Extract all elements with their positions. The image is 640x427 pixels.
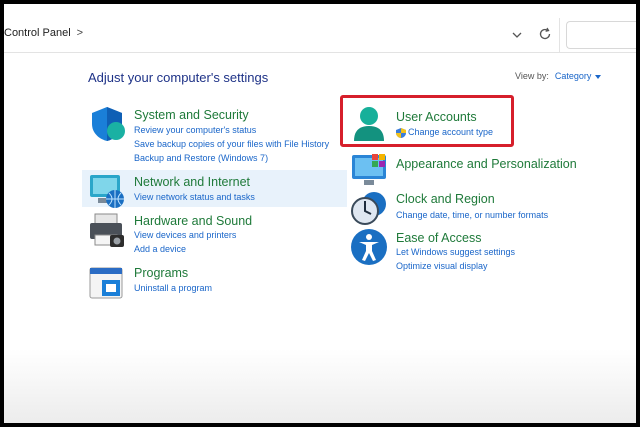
user-accounts-highlight-box bbox=[340, 95, 514, 147]
view-by-label: View by: bbox=[515, 71, 549, 81]
chevron-down-icon[interactable] bbox=[509, 27, 525, 43]
refresh-icon[interactable] bbox=[537, 26, 553, 42]
category-link[interactable]: Backup and Restore (Windows 7) bbox=[134, 153, 268, 163]
dropdown-arrow-icon[interactable] bbox=[595, 74, 602, 79]
search-input[interactable] bbox=[566, 21, 636, 49]
window-frame: Control Panel > Adjust your computer's se… bbox=[0, 0, 640, 427]
category-link[interactable]: View devices and printers bbox=[134, 230, 236, 240]
category-title[interactable]: Appearance and Personalization bbox=[396, 157, 577, 171]
breadcrumb-separator[interactable]: > bbox=[77, 27, 83, 39]
view-by-selector[interactable]: View by: Category bbox=[515, 71, 602, 81]
category-link[interactable]: Review your computer's status bbox=[134, 125, 256, 135]
category-title[interactable]: Clock and Region bbox=[396, 192, 495, 206]
category-title[interactable]: Network and Internet bbox=[134, 175, 250, 189]
breadcrumb-control-panel[interactable]: Control Panel bbox=[4, 27, 71, 39]
printer-icon[interactable] bbox=[88, 211, 126, 249]
bottom-gradient bbox=[4, 349, 636, 423]
network-globe-icon[interactable] bbox=[88, 172, 126, 210]
category-link[interactable]: Uninstall a program bbox=[134, 283, 212, 293]
category-link[interactable]: Save backup copies of your files with Fi… bbox=[134, 139, 329, 149]
category-link[interactable]: Add a device bbox=[134, 244, 186, 254]
accessibility-icon[interactable] bbox=[350, 228, 388, 266]
category-link[interactable]: Let Windows suggest settings bbox=[396, 247, 515, 257]
category-link[interactable]: Change date, time, or number formats bbox=[396, 210, 548, 220]
breadcrumb[interactable]: Control Panel > bbox=[4, 27, 83, 39]
address-bar: Control Panel > bbox=[4, 18, 636, 53]
category-title[interactable]: Ease of Access bbox=[396, 231, 481, 245]
programs-icon[interactable] bbox=[88, 264, 126, 302]
category-title[interactable]: Programs bbox=[134, 266, 188, 280]
category-title[interactable]: System and Security bbox=[134, 108, 249, 122]
clock-globe-icon[interactable] bbox=[350, 188, 388, 226]
page-title: Adjust your computer's settings bbox=[88, 70, 269, 85]
monitor-palette-icon[interactable] bbox=[350, 152, 388, 190]
category-title[interactable]: Hardware and Sound bbox=[134, 214, 252, 228]
shield-icon[interactable] bbox=[88, 104, 126, 142]
address-field[interactable]: Control Panel > bbox=[4, 18, 560, 52]
view-by-value[interactable]: Category bbox=[555, 71, 592, 81]
category-link[interactable]: Optimize visual display bbox=[396, 261, 488, 271]
category-link[interactable]: View network status and tasks bbox=[134, 192, 255, 202]
